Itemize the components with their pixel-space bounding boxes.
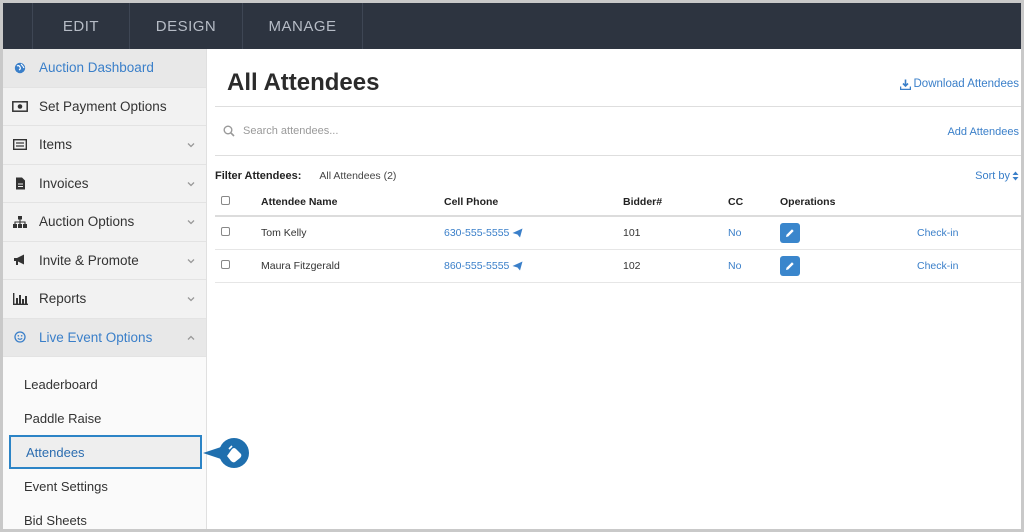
sort-icon — [1012, 171, 1019, 181]
sidebar-item-label: Auction Dashboard — [39, 60, 154, 76]
money-icon — [11, 99, 29, 113]
sidebar-item-auction-options[interactable]: Auction Options — [3, 203, 206, 242]
sidebar-item-label: Auction Options — [39, 214, 135, 230]
column-header-operations: Operations — [780, 188, 917, 217]
globe-icon — [11, 61, 29, 75]
pencil-icon — [786, 229, 794, 237]
send-icon — [512, 261, 523, 270]
sidebar-item-items[interactable]: Items — [3, 126, 206, 165]
filter-row: Filter Attendees: All Attendees (2) — [215, 170, 396, 182]
sidebar-item-set-payment-options[interactable]: Set Payment Options — [3, 88, 206, 126]
phone-link[interactable]: 630-555-5555 — [444, 227, 523, 239]
filter-select[interactable]: All Attendees (2) — [319, 170, 396, 182]
sidebar-item-label: Items — [39, 137, 73, 153]
search-input[interactable] — [243, 125, 543, 137]
sort-label: Sort by — [975, 170, 1010, 182]
check-in-link[interactable]: Check-in — [917, 249, 1021, 283]
live-event-submenu: Leaderboard Paddle Raise Attendees Event… — [3, 357, 206, 529]
table-row: Maura Fitzgerald 860-555-5555 102 No Che… — [215, 249, 1021, 283]
bar-chart-icon — [11, 292, 29, 306]
phone-number: 630-555-5555 — [444, 226, 510, 239]
cc-status-link[interactable]: No — [728, 216, 780, 250]
pencil-icon — [786, 261, 794, 270]
sidebar-item-auction-dashboard[interactable]: Auction Dashboard — [3, 49, 206, 88]
search-icon — [223, 125, 235, 137]
column-header-cell-phone[interactable]: Cell Phone — [444, 188, 623, 217]
tab-design[interactable]: DESIGN — [130, 3, 243, 49]
chevron-down-icon — [187, 297, 195, 302]
app-frame: EDIT DESIGN MANAGE Auction Dashboard Set… — [0, 0, 1024, 532]
chevron-down-icon — [187, 181, 195, 186]
bidder-number: 101 — [623, 216, 728, 250]
check-in-link[interactable]: Check-in — [917, 216, 1021, 250]
filter-label: Filter Attendees: — [215, 170, 302, 182]
row-checkbox[interactable] — [221, 259, 230, 269]
attendee-name: Tom Kelly — [261, 216, 444, 250]
row-checkbox[interactable] — [221, 226, 230, 236]
document-icon — [11, 176, 29, 190]
column-header-attendee-name[interactable]: Attendee Name — [261, 188, 444, 217]
sidebar-item-label: Invite & Promote — [39, 252, 139, 268]
list-icon — [11, 138, 29, 152]
submenu-item-bid-sheets[interactable]: Bid Sheets — [3, 503, 206, 529]
download-label: Download Attendees — [913, 78, 1020, 90]
phone-number: 860-555-5555 — [444, 259, 510, 272]
column-header-cc[interactable]: CC — [728, 188, 780, 217]
sidebar-item-invoices[interactable]: Invoices — [3, 165, 206, 203]
page-title: All Attendees — [227, 69, 380, 96]
divider — [215, 155, 1021, 156]
tab-edit[interactable]: EDIT — [33, 3, 130, 49]
attendee-name: Maura Fitzgerald — [261, 249, 444, 283]
submenu-item-paddle-raise[interactable]: Paddle Raise — [3, 401, 206, 435]
table-header-row: Attendee Name Cell Phone Bidder# CC Oper… — [215, 188, 1021, 217]
chevron-down-icon — [187, 143, 195, 148]
sitemap-icon — [11, 215, 29, 229]
download-attendees-link[interactable]: Download Attendees — [899, 78, 1020, 90]
sidebar-item-label: Live Event Options — [39, 329, 153, 345]
sidebar-item-label: Set Payment Options — [39, 98, 167, 114]
send-icon — [512, 228, 523, 238]
megaphone-icon — [11, 253, 29, 267]
smiley-icon — [11, 330, 29, 344]
download-icon — [899, 79, 911, 90]
edit-button[interactable] — [780, 255, 800, 276]
sidebar-item-live-event-options[interactable]: Live Event Options — [3, 318, 206, 357]
cc-status-link[interactable]: No — [728, 249, 780, 283]
tab-manage[interactable]: MANAGE — [243, 3, 363, 49]
sidebar-item-invite-promote[interactable]: Invite & Promote — [3, 242, 206, 280]
chevron-down-icon — [187, 258, 195, 263]
sidebar-item-label: Invoices — [39, 175, 89, 191]
select-all-checkbox[interactable] — [221, 195, 230, 205]
sidebar-item-label: Reports — [39, 291, 87, 307]
search-bar — [223, 125, 543, 137]
sidebar: Auction Dashboard Set Payment Options It… — [3, 49, 207, 529]
sidebar-item-reports[interactable]: Reports — [3, 280, 206, 319]
bidder-number: 102 — [623, 249, 728, 283]
phone-link[interactable]: 860-555-5555 — [444, 260, 523, 272]
submenu-item-event-settings[interactable]: Event Settings — [3, 469, 206, 503]
edit-button[interactable] — [780, 222, 800, 243]
main-content: All Attendees Download Attendees Add Att… — [213, 49, 1021, 529]
submenu-item-leaderboard[interactable]: Leaderboard — [3, 367, 206, 401]
column-header-bidder[interactable]: Bidder# — [623, 188, 728, 217]
chevron-up-icon — [187, 335, 195, 340]
sort-by-button[interactable]: Sort by — [975, 170, 1019, 182]
add-attendees-link[interactable]: Add Attendees — [947, 126, 1019, 138]
table-row: Tom Kelly 630-555-5555 101 No Check-in — [215, 216, 1021, 250]
divider — [215, 106, 1021, 107]
top-nav: EDIT DESIGN MANAGE — [3, 3, 1021, 49]
submenu-item-attendees[interactable]: Attendees — [9, 435, 202, 469]
chevron-down-icon — [187, 220, 195, 225]
attendees-table: Attendee Name Cell Phone Bidder# CC Oper… — [215, 188, 1021, 283]
